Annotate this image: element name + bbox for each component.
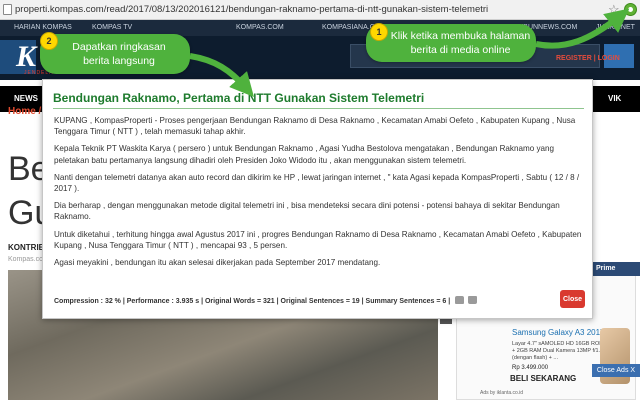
arrow-to-extension	[535, 8, 630, 49]
arrow-to-popup	[189, 53, 254, 97]
callout-arrows	[189, 8, 630, 97]
